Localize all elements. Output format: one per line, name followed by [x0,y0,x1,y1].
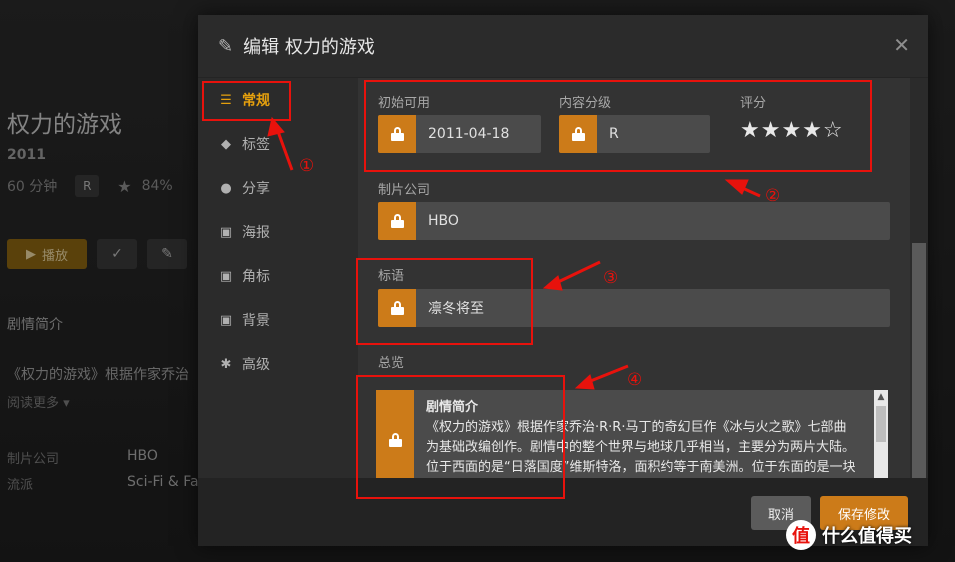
annotation-arrows [267,116,761,390]
arrow-4-line [587,364,629,384]
arrow-4-head [574,374,595,390]
watermark-logo-icon: 值 [786,520,816,550]
arrow-3-head [542,275,563,291]
arrow-2-head [724,179,749,195]
arrow-1-head [267,116,285,137]
watermark-text: 什么值得买 [822,526,912,547]
arrow-3-line [555,260,601,285]
watermark: 值 什么值得买 [786,520,912,550]
